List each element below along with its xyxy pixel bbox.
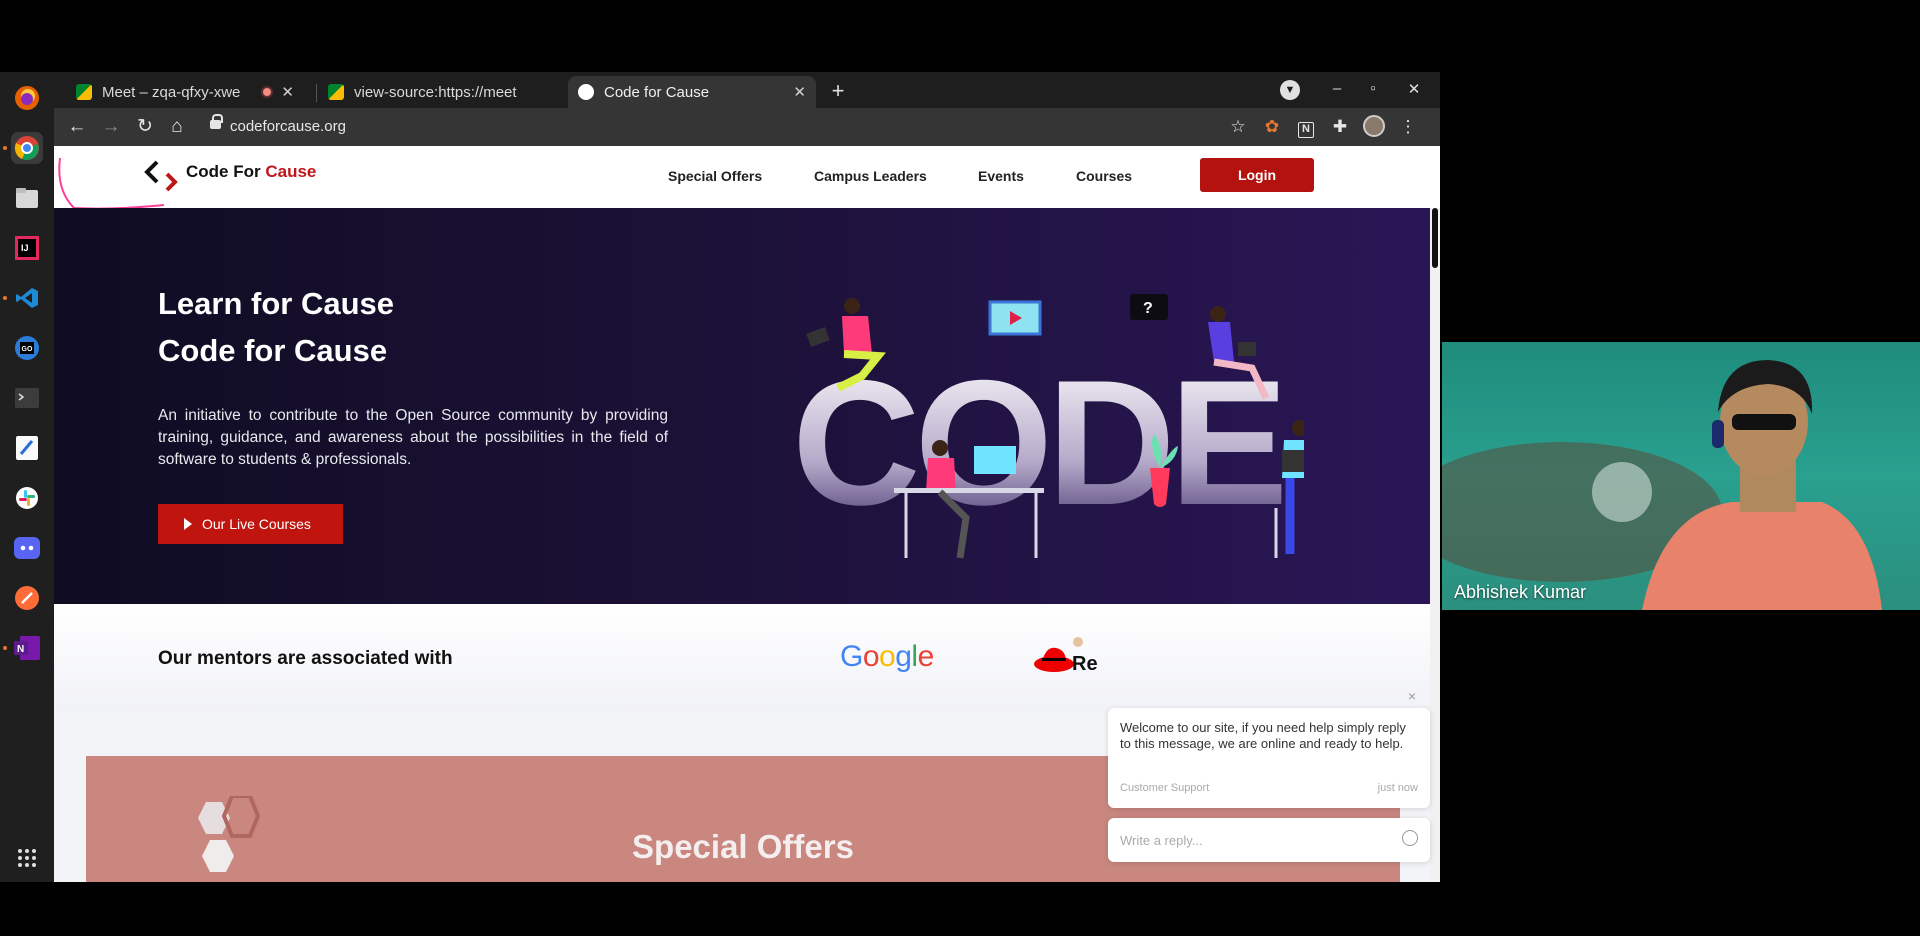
svg-text:GO: GO: [22, 346, 33, 353]
screen: IJ GO N Meet – zqa-qfxy-xwe ✕ view-sourc…: [0, 0, 1920, 936]
play-icon: [184, 518, 192, 530]
home-icon[interactable]: ⌂: [164, 114, 190, 140]
logo-primary: Code For: [186, 162, 266, 181]
recording-icon: [261, 86, 274, 98]
chrome-icon[interactable]: [11, 132, 43, 164]
google-logo: Google: [840, 640, 934, 673]
slack-icon[interactable]: [11, 482, 43, 514]
chat-message-text: Welcome to our site, if you need help si…: [1120, 720, 1406, 751]
profile-avatar[interactable]: [1362, 115, 1386, 139]
code-for-cause-favicon: [578, 84, 594, 100]
cookie-extension-icon[interactable]: ✿: [1260, 115, 1284, 139]
files-icon[interactable]: [11, 182, 43, 214]
chat-message-bubble[interactable]: Welcome to our site, if you need help si…: [1108, 708, 1430, 808]
participant-video: [1442, 360, 1882, 610]
hero-title-line2: Code for Cause: [158, 333, 388, 368]
nav-special-offers[interactable]: Special Offers: [668, 168, 762, 184]
hero-section: Learn for Cause Code for Cause An initia…: [54, 208, 1430, 604]
tab-bar: Meet – zqa-qfxy-xwe ✕ view-source:https:…: [54, 72, 1440, 108]
chat-widget: × Welcome to our site, if you need help …: [1108, 688, 1430, 862]
nav-campus-leaders[interactable]: Campus Leaders: [814, 168, 927, 184]
vscode-icon[interactable]: [11, 282, 43, 314]
minimize-button[interactable]: –: [1326, 80, 1348, 97]
tab-code-for-cause[interactable]: Code for Cause ✕: [568, 76, 816, 108]
nav-courses[interactable]: Courses: [1076, 168, 1132, 184]
live-courses-button[interactable]: Our Live Courses: [158, 504, 343, 544]
close-tab-icon[interactable]: ✕: [793, 83, 806, 101]
redhat-logo: Re: [1034, 637, 1098, 675]
text-editor-icon[interactable]: [11, 432, 43, 464]
associations-title: Our mentors are associated with: [158, 648, 453, 669]
browser-menu-icon[interactable]: ⋮: [1396, 115, 1420, 139]
new-tab-button[interactable]: +: [824, 78, 852, 106]
forward-icon[interactable]: →: [98, 114, 124, 140]
tab-title: view-source:https://meet: [354, 83, 517, 101]
terminal-icon[interactable]: [11, 382, 43, 414]
code-for-cause-logo-icon[interactable]: [144, 158, 180, 192]
chat-timestamp: just now: [1377, 782, 1418, 794]
logo-accent: Cause: [265, 162, 317, 181]
tab-title: Code for Cause: [604, 83, 710, 101]
page-scroll-thumb[interactable]: [1432, 208, 1438, 268]
close-window-button[interactable]: ✕: [1403, 80, 1425, 98]
reload-icon[interactable]: ↻: [132, 114, 158, 140]
webpage: Code For Cause Special Offers Campus Lea…: [54, 146, 1440, 882]
hero-illustration: CODE ?: [792, 294, 1304, 559]
app-grid-icon[interactable]: [11, 842, 43, 874]
meet-icon: [76, 84, 92, 100]
tab-title: Meet – zqa-qfxy-xwe: [102, 83, 241, 101]
page-scrollbar[interactable]: [1430, 208, 1440, 882]
extensions-puzzle-icon[interactable]: ✚: [1328, 115, 1352, 139]
intellij-icon[interactable]: IJ: [11, 232, 43, 264]
redhat-text: Re: [1072, 653, 1098, 675]
browser-toolbar: ← → ↻ ⌂ codeforcause.org ☆ ✿ N ✚ ⋮: [54, 108, 1440, 146]
hero-title: Learn for Cause Code for Cause: [158, 280, 394, 374]
hero-description: An initiative to contribute to the Open …: [158, 407, 668, 468]
hero-title-line1: Learn for Cause: [158, 286, 395, 321]
emoji-icon[interactable]: [1402, 830, 1418, 846]
live-courses-label: Our Live Courses: [202, 516, 311, 532]
meet-icon: [328, 84, 344, 100]
address-bar[interactable]: codeforcause.org: [202, 113, 1302, 141]
site-logo-text[interactable]: Code For Cause: [186, 162, 316, 182]
chat-sender: Customer Support: [1120, 782, 1210, 794]
bookmark-star-icon[interactable]: ☆: [1226, 115, 1250, 139]
notion-extension-icon[interactable]: N: [1294, 115, 1318, 139]
tab-meet[interactable]: Meet – zqa-qfxy-xwe ✕: [66, 76, 304, 108]
svg-text:N: N: [17, 644, 24, 655]
site-header: Code For Cause Special Offers Campus Lea…: [54, 146, 1440, 210]
browser-window: Meet – zqa-qfxy-xwe ✕ view-source:https:…: [54, 72, 1440, 882]
back-icon[interactable]: ←: [64, 114, 90, 140]
postman-icon[interactable]: [11, 582, 43, 614]
participant-name: Abhishek Kumar: [1454, 582, 1587, 602]
question-mark-icon: ?: [1143, 300, 1153, 317]
login-button[interactable]: Login: [1200, 158, 1314, 192]
desktop-dock: IJ GO N: [0, 72, 54, 882]
onenote-icon[interactable]: N: [11, 632, 43, 664]
svg-text:IJ: IJ: [21, 243, 29, 253]
participant-video-tile[interactable]: Abhishek Kumar: [1442, 342, 1920, 610]
chat-close-icon[interactable]: ×: [1408, 688, 1416, 704]
restore-button[interactable]: ▫: [1362, 80, 1384, 97]
nav-events[interactable]: Events: [978, 168, 1024, 184]
discord-icon[interactable]: [11, 532, 43, 564]
chat-reply-box: [1108, 818, 1430, 862]
close-tab-icon[interactable]: ✕: [281, 83, 294, 101]
chrome-profile-menu-icon[interactable]: ▼: [1280, 80, 1300, 100]
firefox-icon[interactable]: [11, 82, 43, 114]
goland-icon[interactable]: GO: [11, 332, 43, 364]
chat-reply-input[interactable]: [1120, 830, 1380, 850]
